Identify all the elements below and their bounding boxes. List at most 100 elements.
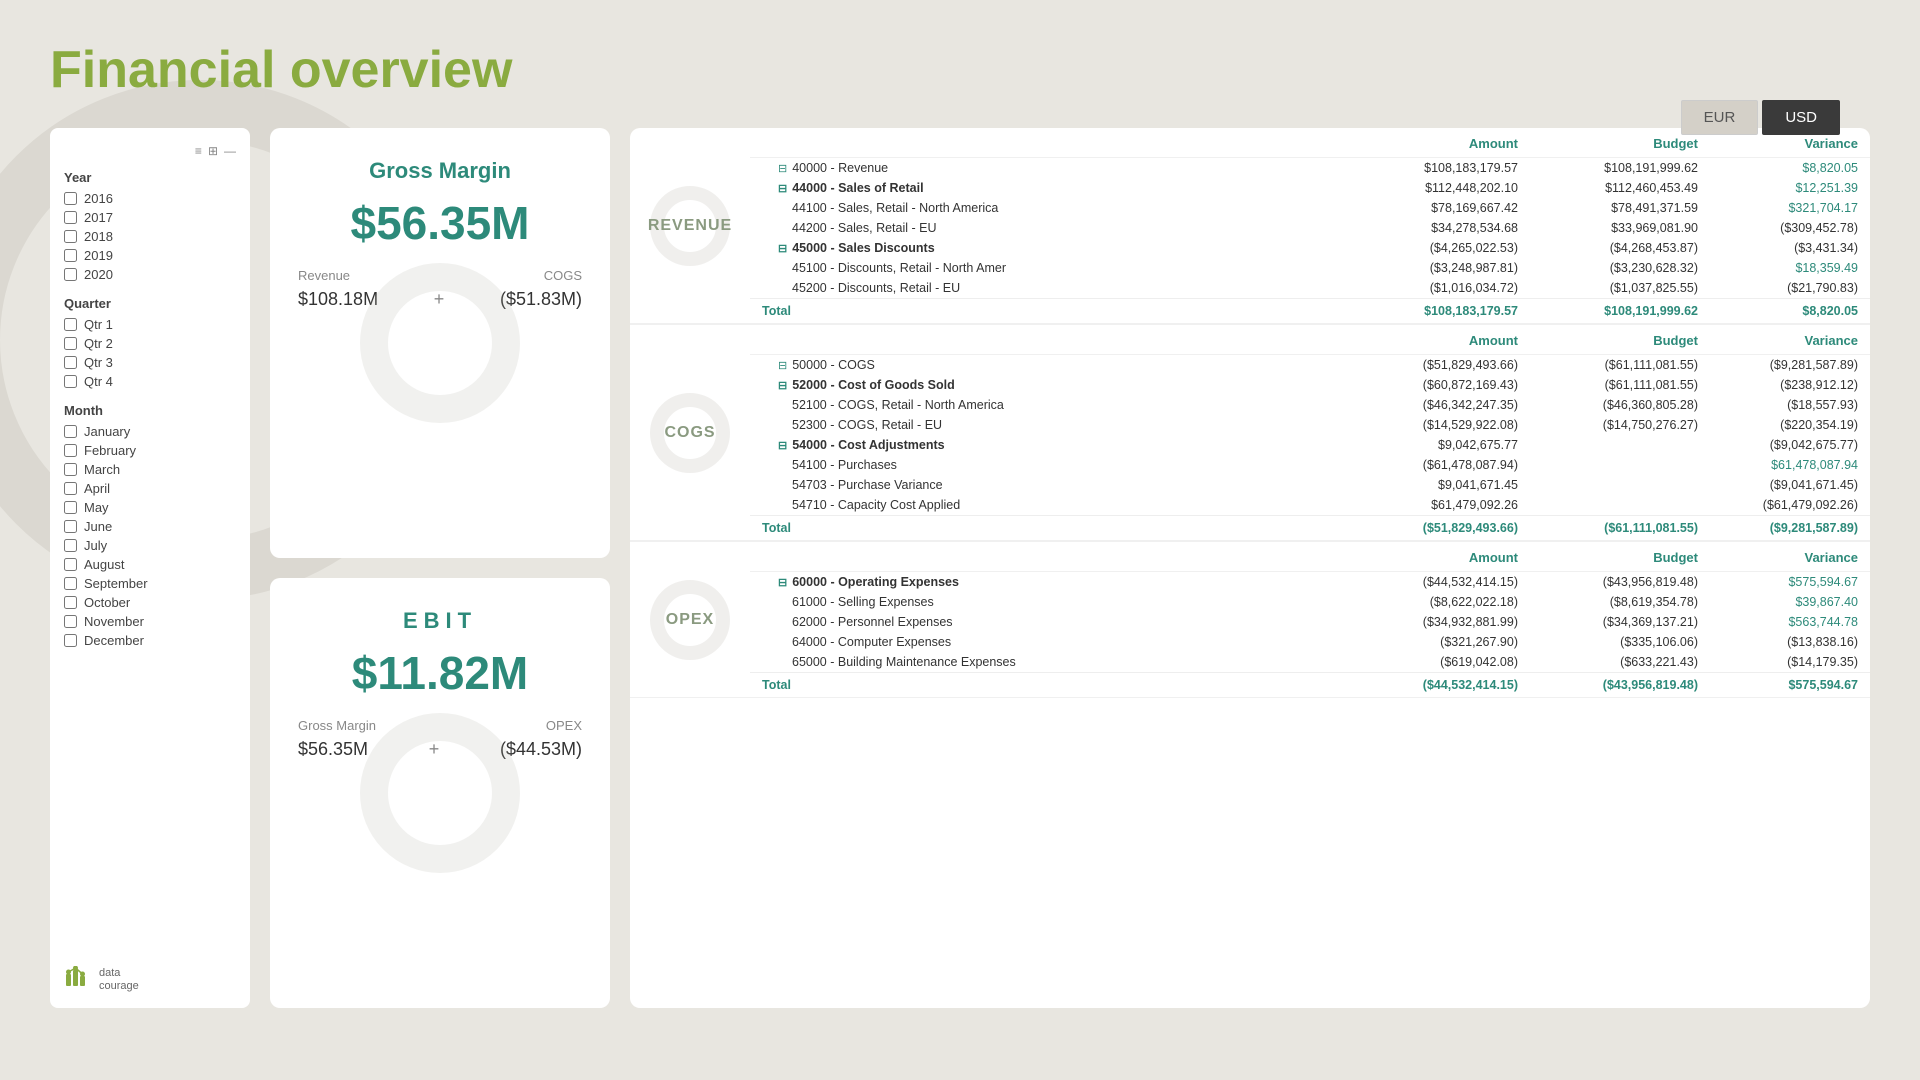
row-variance: $18,359.49 xyxy=(1698,261,1858,275)
grid-icon[interactable]: ⊞ xyxy=(208,144,218,158)
expand-icon[interactable]: ⊟ xyxy=(778,182,787,195)
month-aug[interactable]: August xyxy=(64,557,236,572)
row-amount: $112,448,202.10 xyxy=(1338,181,1518,195)
qtr3[interactable]: Qtr 3 xyxy=(64,355,236,370)
year-2017-checkbox[interactable] xyxy=(64,211,77,224)
year-2019[interactable]: 2019 xyxy=(64,248,236,263)
year-2019-checkbox[interactable] xyxy=(64,249,77,262)
ebit-plus: + xyxy=(429,739,440,760)
cogs-total-variance: ($9,281,587.89) xyxy=(1698,521,1858,535)
table-row: ⊟52000 - Cost of Goods Sold ($60,872,169… xyxy=(750,375,1870,395)
row-budget xyxy=(1518,498,1698,512)
row-variance: ($18,557.93) xyxy=(1698,398,1858,412)
month-dec[interactable]: December xyxy=(64,633,236,648)
month-jan[interactable]: January xyxy=(64,424,236,439)
month-nov[interactable]: November xyxy=(64,614,236,629)
year-2017[interactable]: 2017 xyxy=(64,210,236,225)
opex-col-headers: Amount Budget Variance xyxy=(750,542,1870,572)
row-variance: ($9,281,587.89) xyxy=(1698,358,1858,372)
cogs-section-label: COGS xyxy=(630,325,750,540)
opex-total-variance: $575,594.67 xyxy=(1698,678,1858,692)
expand-icon[interactable]: ⊟ xyxy=(778,576,787,589)
filter-icon[interactable]: ≡ xyxy=(195,144,202,158)
opex-total-row: Total ($44,532,414.15) ($43,956,819.48) … xyxy=(750,672,1870,697)
row-variance: $12,251.39 xyxy=(1698,181,1858,195)
revenue-label: REVENUE xyxy=(648,217,732,235)
row-label: ⊟60000 - Operating Expenses xyxy=(762,575,1338,589)
ebit-gross-margin-label: Gross Margin xyxy=(298,718,376,733)
table-row: ⊟45000 - Sales Discounts ($4,265,022.53)… xyxy=(750,238,1870,258)
expand-icon[interactable]: ⊟ xyxy=(778,162,787,175)
ebit-gross-margin-sub: $56.35M xyxy=(298,739,368,760)
revenue-header-row: REVENUE Amount Budget Variance ⊟40000 - … xyxy=(630,128,1870,324)
qtr4[interactable]: Qtr 4 xyxy=(64,374,236,389)
table-row: ⊟54000 - Cost Adjustments $9,042,675.77 … xyxy=(750,435,1870,455)
opex-header-row: OPEX Amount Budget Variance ⊟60000 - Ope… xyxy=(630,542,1870,698)
row-label: 61000 - Selling Expenses xyxy=(762,595,1338,609)
qtr1[interactable]: Qtr 1 xyxy=(64,317,236,332)
year-2016[interactable]: 2016 xyxy=(64,191,236,206)
row-label: ⊟52000 - Cost of Goods Sold xyxy=(762,378,1338,392)
expand-icon[interactable]: ⊟ xyxy=(778,439,787,452)
row-label: 44100 - Sales, Retail - North America xyxy=(762,201,1338,215)
month-oct[interactable]: October xyxy=(64,595,236,610)
month-jun[interactable]: June xyxy=(64,519,236,534)
expand-icon[interactable]: ⊟ xyxy=(778,359,787,372)
row-variance: $575,594.67 xyxy=(1698,575,1858,589)
revenue-col-amount: Amount xyxy=(1338,136,1518,151)
row-label: ⊟44000 - Sales of Retail xyxy=(762,181,1338,195)
quarter-filter-section: Quarter Qtr 1 Qtr 2 Qtr 3 Qtr 4 xyxy=(64,296,236,389)
row-label: 52300 - COGS, Retail - EU xyxy=(762,418,1338,432)
table-row: 54100 - Purchases ($61,478,087.94) $61,4… xyxy=(750,455,1870,475)
revenue-col-budget: Budget xyxy=(1518,136,1698,151)
row-variance: ($13,838.16) xyxy=(1698,635,1858,649)
usd-button[interactable]: USD xyxy=(1762,100,1840,135)
close-icon[interactable]: — xyxy=(224,144,236,158)
year-2018[interactable]: 2018 xyxy=(64,229,236,244)
year-2020[interactable]: 2020 xyxy=(64,267,236,282)
month-feb[interactable]: February xyxy=(64,443,236,458)
month-apr[interactable]: April xyxy=(64,481,236,496)
month-mar[interactable]: March xyxy=(64,462,236,477)
table-row: 61000 - Selling Expenses ($8,622,022.18)… xyxy=(750,592,1870,612)
gross-margin-value: $56.35M xyxy=(298,196,582,250)
row-label: 45200 - Discounts, Retail - EU xyxy=(762,281,1338,295)
row-budget: $112,460,453.49 xyxy=(1518,181,1698,195)
qtr3-checkbox[interactable] xyxy=(64,356,77,369)
month-jul[interactable]: July xyxy=(64,538,236,553)
cogs-data: Amount Budget Variance ⊟50000 - COGS ($5… xyxy=(750,325,1870,540)
row-amount: $108,183,179.57 xyxy=(1338,161,1518,175)
revenue-sub-value: $108.18M xyxy=(298,289,378,310)
qtr2[interactable]: Qtr 2 xyxy=(64,336,236,351)
opex-col-variance: Variance xyxy=(1698,550,1858,565)
opex-label: OPEX xyxy=(666,611,714,629)
row-amount: ($321,267.90) xyxy=(1338,635,1518,649)
qtr4-checkbox[interactable] xyxy=(64,375,77,388)
year-2016-checkbox[interactable] xyxy=(64,192,77,205)
row-budget: ($1,037,825.55) xyxy=(1518,281,1698,295)
month-sep[interactable]: September xyxy=(64,576,236,591)
year-2018-checkbox[interactable] xyxy=(64,230,77,243)
qtr2-checkbox[interactable] xyxy=(64,337,77,350)
month-may[interactable]: May xyxy=(64,500,236,515)
row-amount: ($44,532,414.15) xyxy=(1338,575,1518,589)
eur-button[interactable]: EUR xyxy=(1681,100,1759,135)
row-budget: $78,491,371.59 xyxy=(1518,201,1698,215)
logo-text: data courage xyxy=(99,967,139,993)
year-2020-checkbox[interactable] xyxy=(64,268,77,281)
cogs-col-amount: Amount xyxy=(1338,333,1518,348)
row-variance: ($309,452.78) xyxy=(1698,221,1858,235)
revenue-col-empty xyxy=(762,136,1338,151)
row-amount: ($14,529,922.08) xyxy=(1338,418,1518,432)
opex-section-label: OPEX xyxy=(630,542,750,697)
row-budget xyxy=(1518,458,1698,472)
row-budget: ($3,230,628.32) xyxy=(1518,261,1698,275)
expand-icon[interactable]: ⊟ xyxy=(778,242,787,255)
expand-icon[interactable]: ⊟ xyxy=(778,379,787,392)
row-variance: $8,820.05 xyxy=(1698,161,1858,175)
logo-icon xyxy=(64,966,92,994)
qtr1-checkbox[interactable] xyxy=(64,318,77,331)
month-filter-section: Month January February March April May J… xyxy=(64,403,236,648)
row-budget: $33,969,081.90 xyxy=(1518,221,1698,235)
cogs-total-label: Total xyxy=(762,521,1338,535)
